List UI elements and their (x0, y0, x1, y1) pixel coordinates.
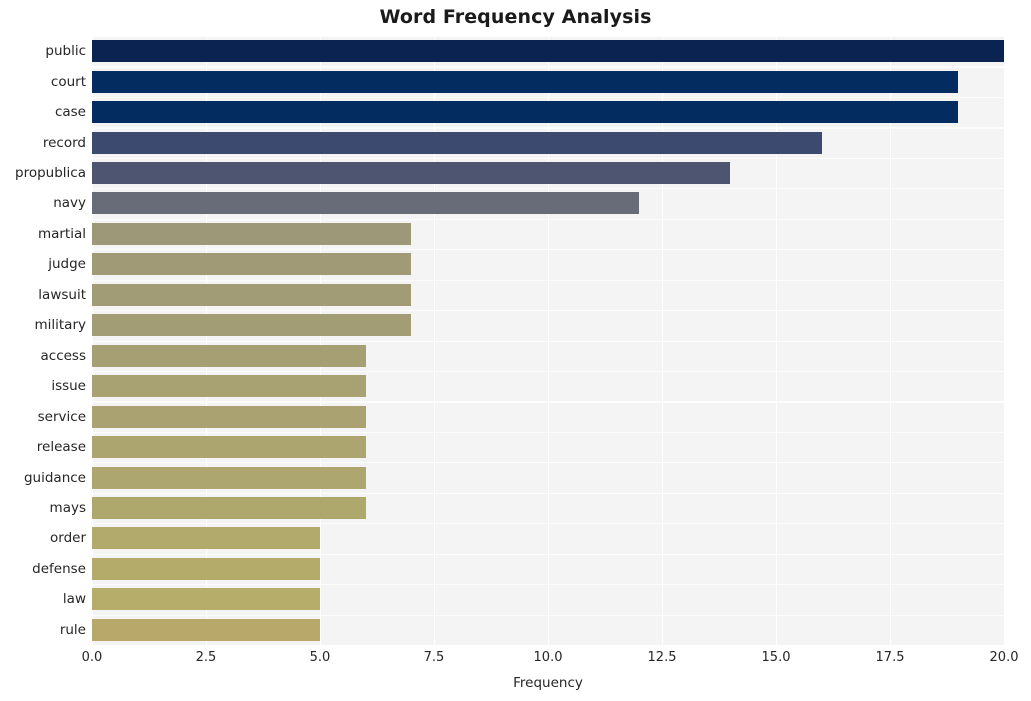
y-axis-tick-label: order (50, 530, 86, 547)
chart-title: Word Frequency Analysis (379, 6, 652, 28)
bar (92, 253, 412, 276)
y-axis-tick-label: record (42, 134, 86, 151)
y-axis-tick-label: service (37, 408, 86, 425)
y-axis-tick-label: issue (51, 378, 86, 395)
bar (92, 70, 959, 93)
vertical-gridline (890, 36, 892, 645)
bar (92, 101, 959, 124)
y-axis-tick-label: propublica (15, 165, 86, 182)
y-axis-tick-label: guidance (23, 469, 86, 486)
bar (92, 162, 731, 185)
vertical-gridline (206, 36, 208, 645)
bar (92, 40, 1004, 63)
vertical-gridline (92, 36, 94, 645)
bar (92, 588, 320, 611)
chart-figure: Word Frequency Analysis public court case r… (0, 0, 1031, 701)
bar (92, 527, 320, 550)
vertical-gridline (434, 36, 436, 645)
plot-area (92, 36, 1004, 645)
y-axis-tick-label: mays (49, 499, 86, 516)
x-axis-title: Frequency (513, 675, 583, 691)
x-axis-tick-label: 7.5 (423, 650, 445, 665)
bar (92, 222, 412, 245)
y-axis-tick-label: military (34, 317, 86, 334)
y-axis-tick-label: navy (53, 195, 86, 212)
bar (92, 496, 366, 519)
bar (92, 344, 366, 367)
y-axis-tick-label: martial (37, 225, 86, 242)
bar (92, 405, 366, 428)
vertical-gridline (662, 36, 664, 645)
bar (92, 131, 822, 154)
y-axis-tick-label: judge (48, 256, 86, 273)
y-axis-tick-labels: public court case record propublica navy marti… (0, 36, 86, 645)
vertical-gridline (320, 36, 322, 645)
x-axis-tick-label: 17.5 (875, 650, 905, 665)
x-axis-tick-labels: 0.0 2.5 5.0 7.5 10.0 12.5 15.0 17.5 20.0 (0, 650, 1031, 670)
x-axis-tick-label: 2.5 (195, 650, 217, 665)
bar (92, 192, 640, 215)
x-axis-tick-label: 20.0 (989, 650, 1019, 665)
bar (92, 436, 366, 459)
bar (92, 314, 412, 337)
y-axis-tick-label: public (45, 43, 86, 60)
y-axis-tick-label: rule (59, 621, 86, 638)
x-axis-tick-label: 0.0 (81, 650, 103, 665)
bar (92, 375, 366, 398)
x-axis-tick-label: 15.0 (761, 650, 791, 665)
x-axis-tick-label: 10.0 (533, 650, 563, 665)
bar (92, 557, 320, 580)
vertical-gridline (548, 36, 550, 645)
bar (92, 618, 320, 641)
y-axis-tick-label: court (50, 73, 86, 90)
y-axis-tick-label: lawsuit (38, 286, 86, 303)
y-axis-tick-label: release (36, 439, 86, 456)
vertical-gridline (776, 36, 778, 645)
bar (92, 466, 366, 489)
y-axis-tick-label: access (40, 347, 87, 364)
x-axis-tick-label: 5.0 (309, 650, 331, 665)
bar (92, 283, 412, 306)
y-axis-tick-label: law (62, 591, 86, 608)
x-axis-tick-label: 12.5 (647, 650, 677, 665)
y-axis-tick-label: defense (32, 560, 86, 577)
y-axis-tick-label: case (54, 104, 86, 121)
